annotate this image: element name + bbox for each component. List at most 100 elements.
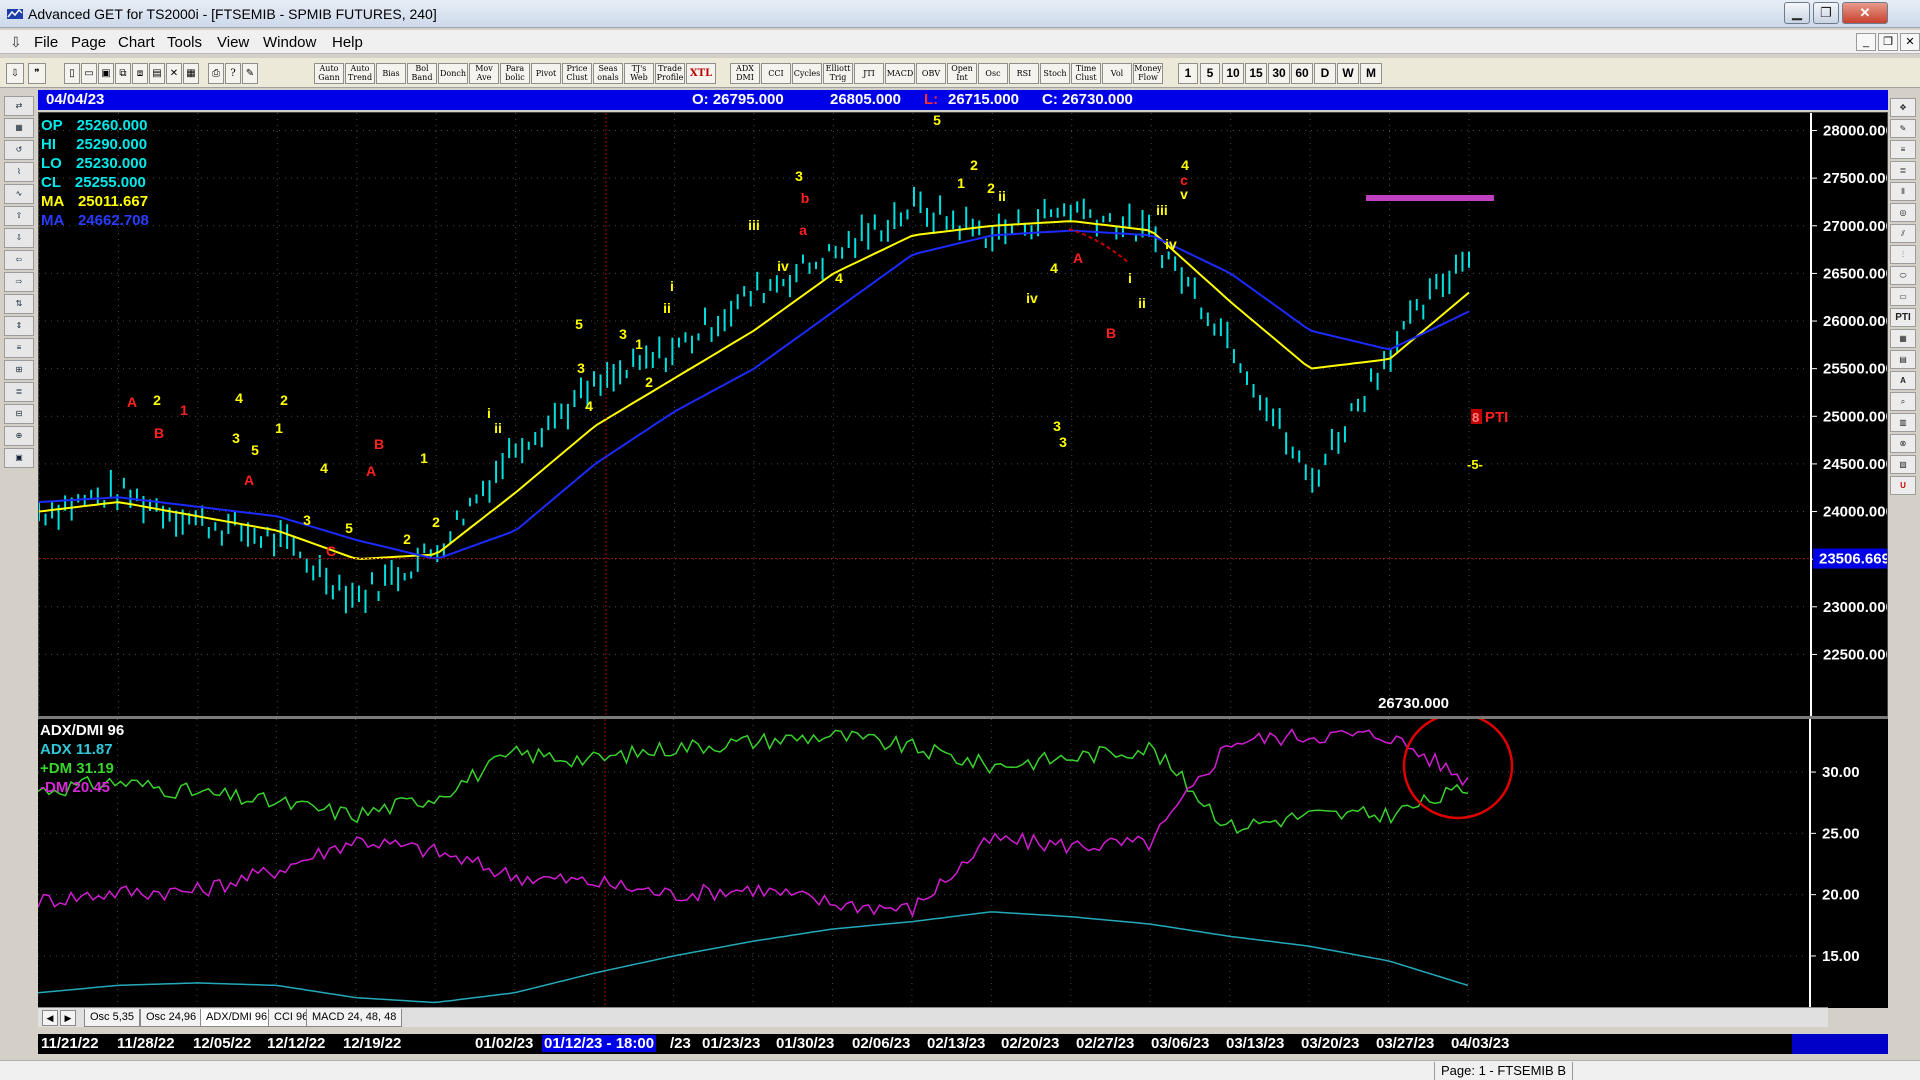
zoom-tool-right-icon[interactable]: ⌕	[1890, 392, 1916, 411]
scroll-right-icon[interactable]: ⇨	[4, 272, 34, 292]
period-daily-button[interactable]: D	[1314, 63, 1336, 84]
period-weekly-button[interactable]: W	[1337, 63, 1359, 84]
study-tool-icon[interactable]: ⌇	[4, 162, 34, 182]
zoom-tool-icon[interactable]: ▦	[4, 118, 34, 138]
adx-dmi-pane[interactable]: 30.00 25.00 20.00 15.00 ADX/DMI 96 ADX 11.8…	[38, 716, 1888, 1008]
whatsthis-icon[interactable]: ✎	[242, 63, 258, 84]
tab-macd[interactable]: MACD 24, 48, 48	[306, 1009, 403, 1027]
period-10-button[interactable]: 10	[1222, 63, 1244, 84]
tab-prev-button[interactable]: ◀	[42, 1010, 58, 1026]
calc-tool-icon[interactable]: ▥	[1890, 413, 1916, 432]
lines-tool-right-icon[interactable]: ⫽	[1890, 224, 1916, 243]
auto-gann-button[interactable]: Auto Gann	[314, 63, 344, 84]
elliott-tool-icon[interactable]: ∿	[4, 184, 34, 204]
grid-icon[interactable]: ▦	[183, 63, 199, 84]
channel-tool-icon[interactable]: ⫶	[1890, 245, 1916, 264]
paste-icon[interactable]: ⧈	[132, 63, 148, 84]
price-clust-button[interactable]: Price Clust	[562, 63, 592, 84]
close-button[interactable]: ✕	[1842, 2, 1888, 24]
lines-tool-icon[interactable]: ⊞	[4, 360, 34, 380]
rect-tool-icon[interactable]: ▭	[1890, 287, 1916, 306]
pen-tool-icon[interactable]: ✎	[1890, 119, 1916, 138]
period-15-button[interactable]: 15	[1245, 63, 1267, 84]
macd-button[interactable]: MACD	[885, 63, 915, 84]
scale-tool-icon[interactable]: ⇕	[4, 316, 34, 336]
tab-osc-5-35[interactable]: Osc 5,35	[84, 1009, 141, 1027]
cycles-button[interactable]: Cycles	[792, 63, 822, 84]
prob-tool-icon[interactable]: ▤	[1890, 350, 1916, 369]
donch-button[interactable]: Donch	[438, 63, 468, 84]
fib-tool-icon[interactable]: ⊟	[4, 404, 34, 424]
crosshair-tool-icon[interactable]: ✥	[1890, 98, 1916, 117]
cross-icon[interactable]: ✕	[166, 63, 182, 84]
mov-ave-button[interactable]: Mov Ave	[469, 63, 499, 84]
period-5-button[interactable]: 5	[1200, 63, 1220, 84]
xtl-button[interactable]: XTL	[686, 63, 716, 84]
fib-ret-icon[interactable]: ≡	[1890, 140, 1916, 159]
parabolic-button[interactable]: Para bolic	[500, 63, 530, 84]
period-1-button[interactable]: 1	[1178, 63, 1198, 84]
tjs-web-button[interactable]: TJ's Web	[624, 63, 654, 84]
pointer-icon[interactable]: ⇩	[6, 63, 24, 84]
money-flow-button[interactable]: Money Flow	[1133, 63, 1163, 84]
osc-button[interactable]: Osc	[978, 63, 1008, 84]
menu-view[interactable]: View	[217, 34, 249, 51]
auto-trend-button[interactable]: Auto Trend	[345, 63, 375, 84]
save-tool-icon[interactable]: ▣	[4, 448, 34, 468]
help-icon[interactable]: ?	[225, 63, 241, 84]
gann-tool-icon[interactable]: ≣	[4, 382, 34, 402]
menu-window[interactable]: Window	[263, 34, 316, 51]
period-60-button[interactable]: 60	[1291, 63, 1313, 84]
price-chart-pane[interactable]: 28000.000 27500.000 27000.000 26500.000 2600…	[38, 112, 1888, 718]
menu-file[interactable]: File	[34, 34, 58, 51]
copy-icon[interactable]: ⧉	[115, 63, 131, 84]
seasonals-button[interactable]: Seas onals	[593, 63, 623, 84]
obv-button[interactable]: OBV	[916, 63, 946, 84]
fib-ext-icon[interactable]: ≣	[1890, 161, 1916, 180]
bars-icon[interactable]: ▤	[149, 63, 165, 84]
scroll-left-icon[interactable]: ⇦	[4, 250, 34, 270]
elliott-trig-button[interactable]: Elliott Trig	[823, 63, 853, 84]
bol-band-button[interactable]: Bol Band	[407, 63, 437, 84]
menu-tools[interactable]: Tools	[167, 34, 202, 51]
period-monthly-button[interactable]: M	[1360, 63, 1382, 84]
mdi-restore-button[interactable]: ❐	[1878, 33, 1898, 51]
menu-chart[interactable]: Chart	[118, 34, 155, 51]
tab-adx-dmi-96[interactable]: ADX/DMI 96	[200, 1009, 274, 1027]
system-menu-icon[interactable]: ⇩	[10, 34, 22, 51]
pivot-button[interactable]: Pivot	[531, 63, 561, 84]
fib-time-icon[interactable]: ⦀	[1890, 182, 1916, 201]
printer-icon[interactable]: ⎙	[208, 63, 224, 84]
circle-tool-icon[interactable]: ◎	[1890, 203, 1916, 222]
grid-tool-right-icon[interactable]: ▦	[1890, 329, 1916, 348]
bars-tool-icon[interactable]: ⇅	[4, 294, 34, 314]
adx-dmi-button[interactable]: ADX DMI	[730, 63, 760, 84]
ellipse-tool-icon[interactable]: ⬭	[1890, 266, 1916, 285]
menu-help[interactable]: Help	[332, 34, 363, 51]
text-tool-icon[interactable]: A	[1890, 371, 1916, 390]
minimize-button[interactable]: ▁	[1784, 2, 1810, 24]
open-int-button[interactable]: Open Int	[947, 63, 977, 84]
tab-osc-24-96[interactable]: Osc 24,96	[140, 1009, 203, 1027]
quote-icon[interactable]: ❞	[28, 63, 46, 84]
undo-tool-icon[interactable]: U	[1890, 476, 1916, 495]
scroll-up-icon[interactable]: ⇧	[4, 206, 34, 226]
arrow-tool-icon[interactable]: ⇄	[4, 96, 34, 116]
cci-button[interactable]: CCI	[761, 63, 791, 84]
new-page-icon[interactable]: ▯	[64, 63, 80, 84]
reset-tool-icon[interactable]: ↺	[4, 140, 34, 160]
open-page-icon[interactable]: ▭	[81, 63, 97, 84]
save-icon[interactable]: ▣	[98, 63, 114, 84]
grid-tool-icon[interactable]: ≡	[4, 338, 34, 358]
jti-button[interactable]: JTI	[854, 63, 884, 84]
maximize-button[interactable]: ❐	[1813, 2, 1839, 24]
pti-tool-icon[interactable]: PTI	[1890, 308, 1916, 327]
mdi-minimize-button[interactable]: _	[1856, 33, 1876, 51]
menu-page[interactable]: Page	[71, 34, 106, 51]
period-30-button[interactable]: 30	[1268, 63, 1290, 84]
new-tool-icon[interactable]: ⊕	[4, 426, 34, 446]
speed-tool-icon[interactable]: ⊗	[1890, 434, 1916, 453]
vol-button[interactable]: Vol	[1102, 63, 1132, 84]
trade-profile-button[interactable]: Trade Profile	[655, 63, 685, 84]
stoch-button[interactable]: Stoch	[1040, 63, 1070, 84]
